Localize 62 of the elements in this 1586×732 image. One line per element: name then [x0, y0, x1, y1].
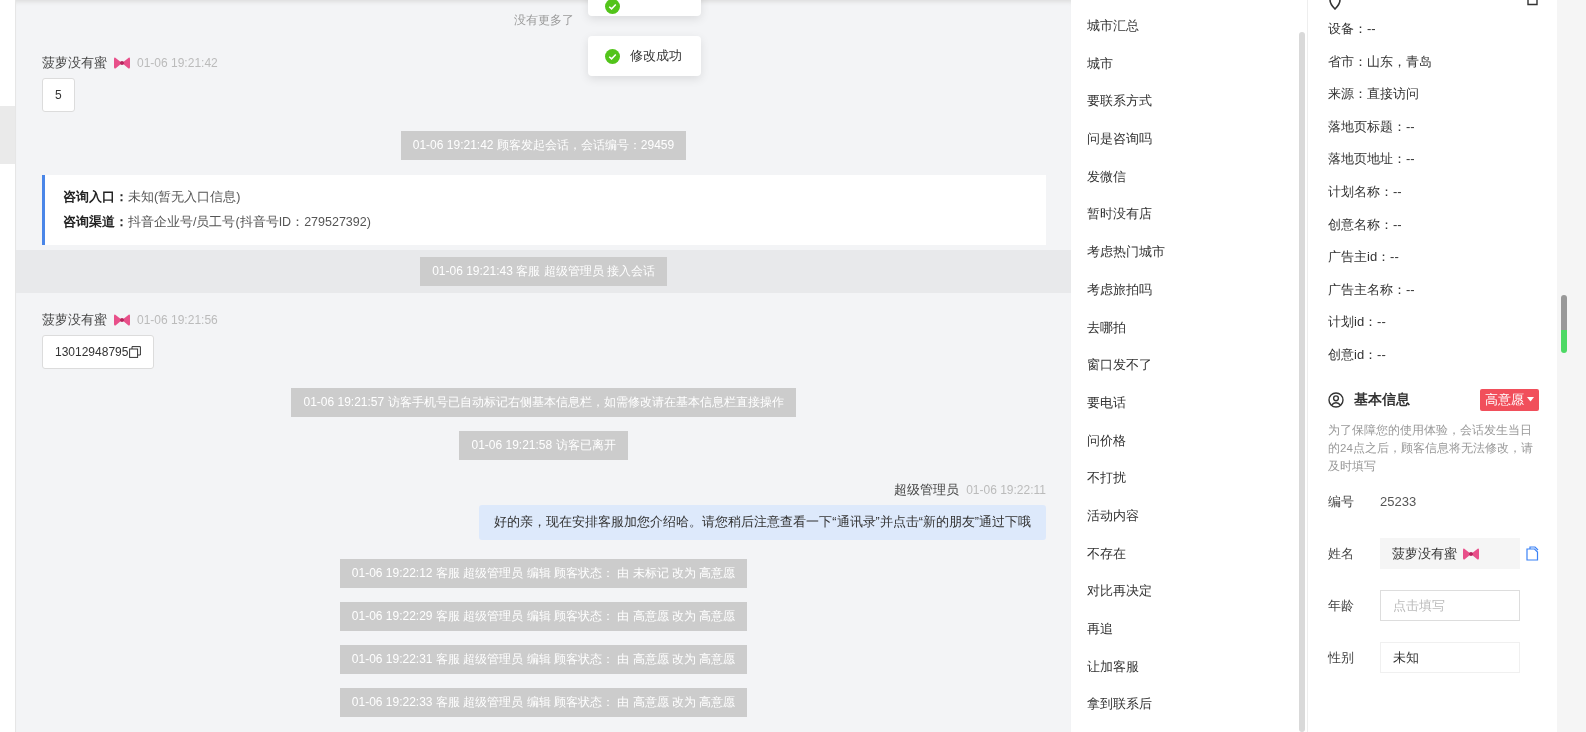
bow-icon — [1463, 546, 1479, 561]
quick-reply-item[interactable]: 城市汇总 — [1087, 9, 1299, 47]
caret-icon — [1527, 397, 1534, 403]
source-info-line: 计划名称：-- — [1328, 182, 1403, 201]
message-bubble: 好的亲，现在安排客服加您介绍哈。请您稍后注意查看一下“通讯录”并点击“新的朋友”通过下哦 — [479, 505, 1046, 540]
field-label: 编号 — [1328, 492, 1355, 511]
source-info-line: 广告主名称：-- — [1328, 280, 1416, 299]
quick-reply-item[interactable]: 不打扰 — [1087, 461, 1299, 499]
field-label: 年龄 — [1328, 596, 1355, 615]
sender-name: 菠萝没有蜜 — [42, 311, 107, 329]
quick-reply-item[interactable]: 要电话 — [1087, 385, 1299, 424]
field-label: 性别 — [1328, 648, 1355, 667]
quick-reply-item[interactable]: 考虑热门城市 — [1087, 235, 1299, 273]
no-more-text: 没有更多了 — [513, 13, 574, 27]
entry-info-line: 咨询入口：未知(暂无入口信息) — [63, 189, 242, 206]
name-field[interactable]: 菠萝没有蜜 — [1380, 538, 1520, 570]
scrollbar-thumb[interactable] — [1561, 295, 1567, 353]
quick-reply-item[interactable]: 不存在 — [1087, 536, 1299, 575]
message-time: 01-06 19:22:11 — [966, 483, 1046, 497]
field-label: 姓名 — [1328, 544, 1355, 563]
user-circle-icon — [1328, 391, 1344, 408]
source-info-line: 落地页标题：-- — [1328, 117, 1416, 136]
source-info-line: 设备：-- — [1328, 20, 1377, 38]
quick-reply-item[interactable]: 问价格 — [1087, 423, 1299, 462]
quick-reply-item[interactable]: 考虑旅拍吗 — [1087, 272, 1299, 311]
message-time: 01-06 19:21:42 — [137, 56, 218, 70]
section-title: 基本信息 — [1354, 390, 1411, 409]
source-info-line: 创意id：-- — [1328, 345, 1387, 364]
bow-icon — [114, 56, 130, 70]
quick-reply-item[interactable]: 让加客服 — [1087, 649, 1299, 688]
bow-icon — [114, 313, 130, 327]
quick-reply-item[interactable]: 拿到联系后 — [1087, 687, 1299, 726]
toast-text: 修改成功 — [630, 47, 682, 65]
message-bubble: 5 — [42, 78, 75, 112]
source-info-line: 广告主id：-- — [1328, 248, 1400, 267]
sender-name: 超级管理员 — [894, 481, 960, 499]
location-pin-icon — [1328, 0, 1342, 10]
sender-name: 菠萝没有蜜 — [42, 54, 107, 72]
quick-reply-item[interactable]: 问是咨询吗 — [1087, 122, 1299, 160]
scrollbar-thumb[interactable] — [1299, 32, 1305, 732]
age-input[interactable]: 点击填写 — [1380, 590, 1520, 622]
entry-info-line: 咨询渠道：抖音企业号/员工号(抖音号ID：279527392) — [63, 214, 372, 231]
quick-reply-item[interactable]: 活动内容 — [1087, 498, 1299, 537]
quick-reply-item[interactable]: 发微信 — [1087, 159, 1299, 198]
quick-reply-item[interactable]: 对比再决定 — [1087, 574, 1299, 612]
message-bubble: 13012948795 — [42, 335, 155, 369]
gender-select[interactable]: 未知 — [1380, 642, 1520, 674]
quick-reply-item[interactable]: 暂时没有店 — [1087, 197, 1299, 236]
quick-reply-item[interactable]: 去哪拍 — [1087, 310, 1299, 349]
id-value: 25233 — [1380, 494, 1417, 510]
quick-reply-item[interactable]: 再追 — [1087, 612, 1299, 650]
quick-reply-item[interactable]: 窗口发不了 — [1087, 348, 1299, 386]
check-circle-icon — [605, 48, 620, 64]
source-info-line: 计划id：-- — [1328, 313, 1387, 332]
quick-reply-item[interactable]: 要联系方式 — [1087, 84, 1299, 123]
quick-reply-item[interactable]: 城市 — [1087, 46, 1299, 85]
source-info-line: 来源：直接访问 — [1328, 85, 1420, 104]
message-time: 01-06 19:21:56 — [137, 313, 218, 327]
source-info-line: 落地页地址：-- — [1328, 150, 1416, 169]
source-info-line: 创意名称：-- — [1328, 215, 1403, 234]
notice-text: 为了保障您的使用体验，会话发生当日的24点之后，顾客信息将无法修改，请及时填写 — [1328, 422, 1534, 474]
source-info-line: 省市：山东，青岛 — [1328, 52, 1433, 71]
